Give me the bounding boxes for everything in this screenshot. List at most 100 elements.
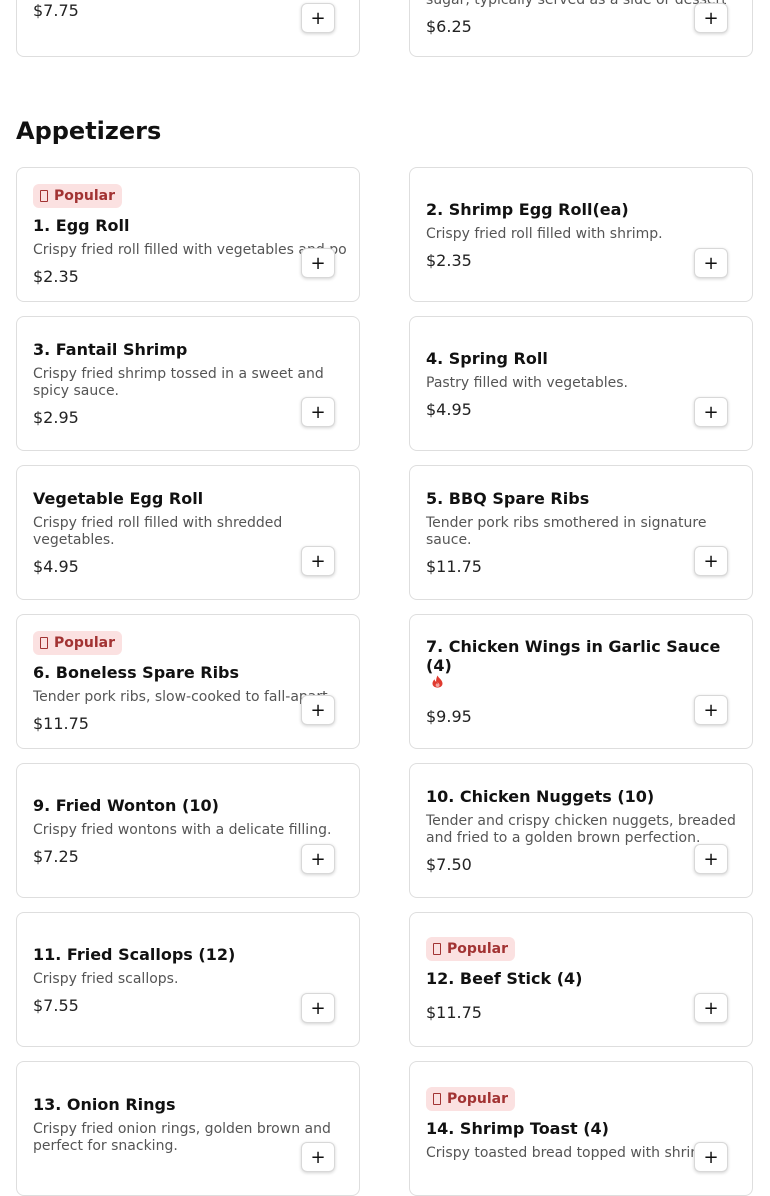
menu-item-card[interactable]: Vegetable Egg Roll Crispy fried roll fil… [16,465,360,600]
item-price: $2.95 [33,408,79,427]
item-name: 9. Fried Wonton (10) [33,795,219,815]
plus-icon: + [310,7,326,29]
menu-item-card[interactable]: Popular 14. Shrimp Toast (4) Crispy toas… [409,1061,753,1196]
item-description: Tender and crispy chicken nuggets, bread… [426,813,736,846]
item-price: $7.25 [33,846,79,866]
plus-icon: + [310,997,326,1019]
popular-icon [40,636,48,649]
plus-icon: + [703,550,719,572]
plus-icon: + [703,699,719,721]
item-price: $11.75 [33,713,89,733]
badge-label: Popular [54,187,116,204]
plus-icon: + [310,401,326,423]
add-item-button[interactable]: + [694,1142,728,1172]
add-item-button[interactable]: + [301,695,335,725]
item-price: $2.35 [33,266,79,286]
plus-icon: + [703,848,719,870]
plus-icon: + [703,401,719,423]
item-description: Crispy fried roll filled with shrimp. [426,225,663,242]
menu-item-card[interactable]: 9. Fried Wonton (10) Crispy fried wonton… [16,763,360,898]
menu-item-card[interactable]: $7.75 + [16,0,360,57]
item-description: Tender pork ribs smothered in signature … [426,515,707,548]
item-price: $11.75 [426,557,482,576]
item-name: 11. Fried Scallops (12) [33,944,236,964]
item-name-text: 7. Chicken Wings in Garlic Sauce (4) [426,637,721,675]
menu-item-card[interactable]: 7. Chicken Wings in Garlic Sauce (4) $9.… [409,614,753,749]
menu-item-card[interactable]: Popular 12. Beef Stick (4) $11.75 + [409,912,753,1047]
item-price: $7.55 [33,995,79,1015]
item-description: Crispy fried wontons with a delicate fil… [33,821,332,838]
item-name: 12. Beef Stick (4) [426,969,583,988]
item-description: Tender pork ribs, slow-cooked to fall-ap… [33,688,333,705]
menu-item-card[interactable]: 5. BBQ Spare Ribs Tender pork ribs smoth… [409,465,753,600]
item-description: Crispy fried onion rings, golden brown a… [33,1120,331,1154]
item-name: 14. Shrimp Toast (4) [426,1119,609,1138]
item-description: Crispy fried scallops. [33,970,179,987]
add-item-button[interactable]: + [301,844,335,874]
item-name: 6. Boneless Spare Ribs [33,662,240,682]
item-name: 1. Egg Roll [33,215,130,235]
add-item-button[interactable]: + [301,3,335,33]
plus-icon: + [310,848,326,870]
item-price: $7.50 [426,855,472,874]
popular-badge: Popular [426,937,516,961]
popular-icon [40,189,48,202]
menu-item-card[interactable]: 10. Chicken Nuggets (10) Tender and cris… [409,763,753,898]
item-name: 2. Shrimp Egg Roll(ea) [426,199,629,219]
add-item-button[interactable]: + [694,3,728,33]
item-description: Crispy fried roll filled with shredded v… [33,515,283,548]
plus-icon: + [703,7,719,29]
menu-item-card[interactable]: sugar, typically served as a side or des… [409,0,753,57]
menu-item-card[interactable]: 3. Fantail Shrimp Crispy fried shrimp to… [16,316,360,451]
plus-icon: + [703,252,719,274]
item-description: Crispy fried roll filled with vegetables… [33,241,347,258]
add-item-button[interactable]: + [301,1142,335,1172]
add-item-button[interactable]: + [301,397,335,427]
menu-item-card[interactable]: 11. Fried Scallops (12) Crispy fried sca… [16,912,360,1047]
popular-badge: Popular [33,630,123,655]
item-name: 13. Onion Rings [33,1094,176,1114]
item-price: $4.95 [33,557,79,576]
add-item-button[interactable]: + [694,397,728,427]
item-price: $6.25 [426,17,472,36]
item-description: sugar, typically served as a side or des… [426,0,726,8]
item-price: $4.95 [426,399,472,419]
add-item-button[interactable]: + [301,546,335,576]
add-item-button[interactable]: + [694,695,728,725]
menu-item-card[interactable]: 2. Shrimp Egg Roll(ea) Crispy fried roll… [409,167,753,302]
badge-label: Popular [447,1091,509,1107]
add-item-button[interactable]: + [301,993,335,1023]
item-price: $9.95 [426,707,472,726]
item-price: $7.75 [33,1,79,20]
popular-badge: Popular [33,183,123,208]
item-description: Crispy toasted bread topped with shrimp. [426,1145,718,1161]
popular-icon [433,943,441,955]
flame-icon [432,675,443,688]
plus-icon: + [310,699,326,721]
add-item-button[interactable]: + [301,248,335,278]
menu-item-card[interactable]: Popular 6. Boneless Spare Ribs Tender po… [16,614,360,749]
add-item-button[interactable]: + [694,248,728,278]
item-name: 5. BBQ Spare Ribs [426,489,590,508]
item-price: $2.35 [426,250,472,270]
menu-item-card[interactable]: 13. Onion Rings Crispy fried onion rings… [16,1061,360,1196]
add-item-button[interactable]: + [694,844,728,874]
item-name: 7. Chicken Wings in Garlic Sauce (4) [426,637,736,690]
add-item-button[interactable]: + [694,993,728,1023]
plus-icon: + [703,997,719,1019]
menu-item-card[interactable]: 4. Spring Roll Pastry filled with vegeta… [409,316,753,451]
menu-item-card[interactable]: Popular 1. Egg Roll Crispy fried roll fi… [16,167,360,302]
item-description: Pastry filled with vegetables. [426,374,628,391]
plus-icon: + [310,252,326,274]
badge-label: Popular [54,634,116,651]
add-item-button[interactable]: + [694,546,728,576]
item-name: 3. Fantail Shrimp [33,340,188,359]
item-name: 10. Chicken Nuggets (10) [426,787,655,806]
popular-badge: Popular [426,1087,516,1111]
popular-icon [433,1093,441,1105]
badge-label: Popular [447,941,509,957]
plus-icon: + [310,550,326,572]
item-price: $11.75 [426,1003,482,1022]
item-name: Vegetable Egg Roll [33,489,204,508]
item-description: Crispy fried shrimp tossed in a sweet an… [33,366,324,399]
